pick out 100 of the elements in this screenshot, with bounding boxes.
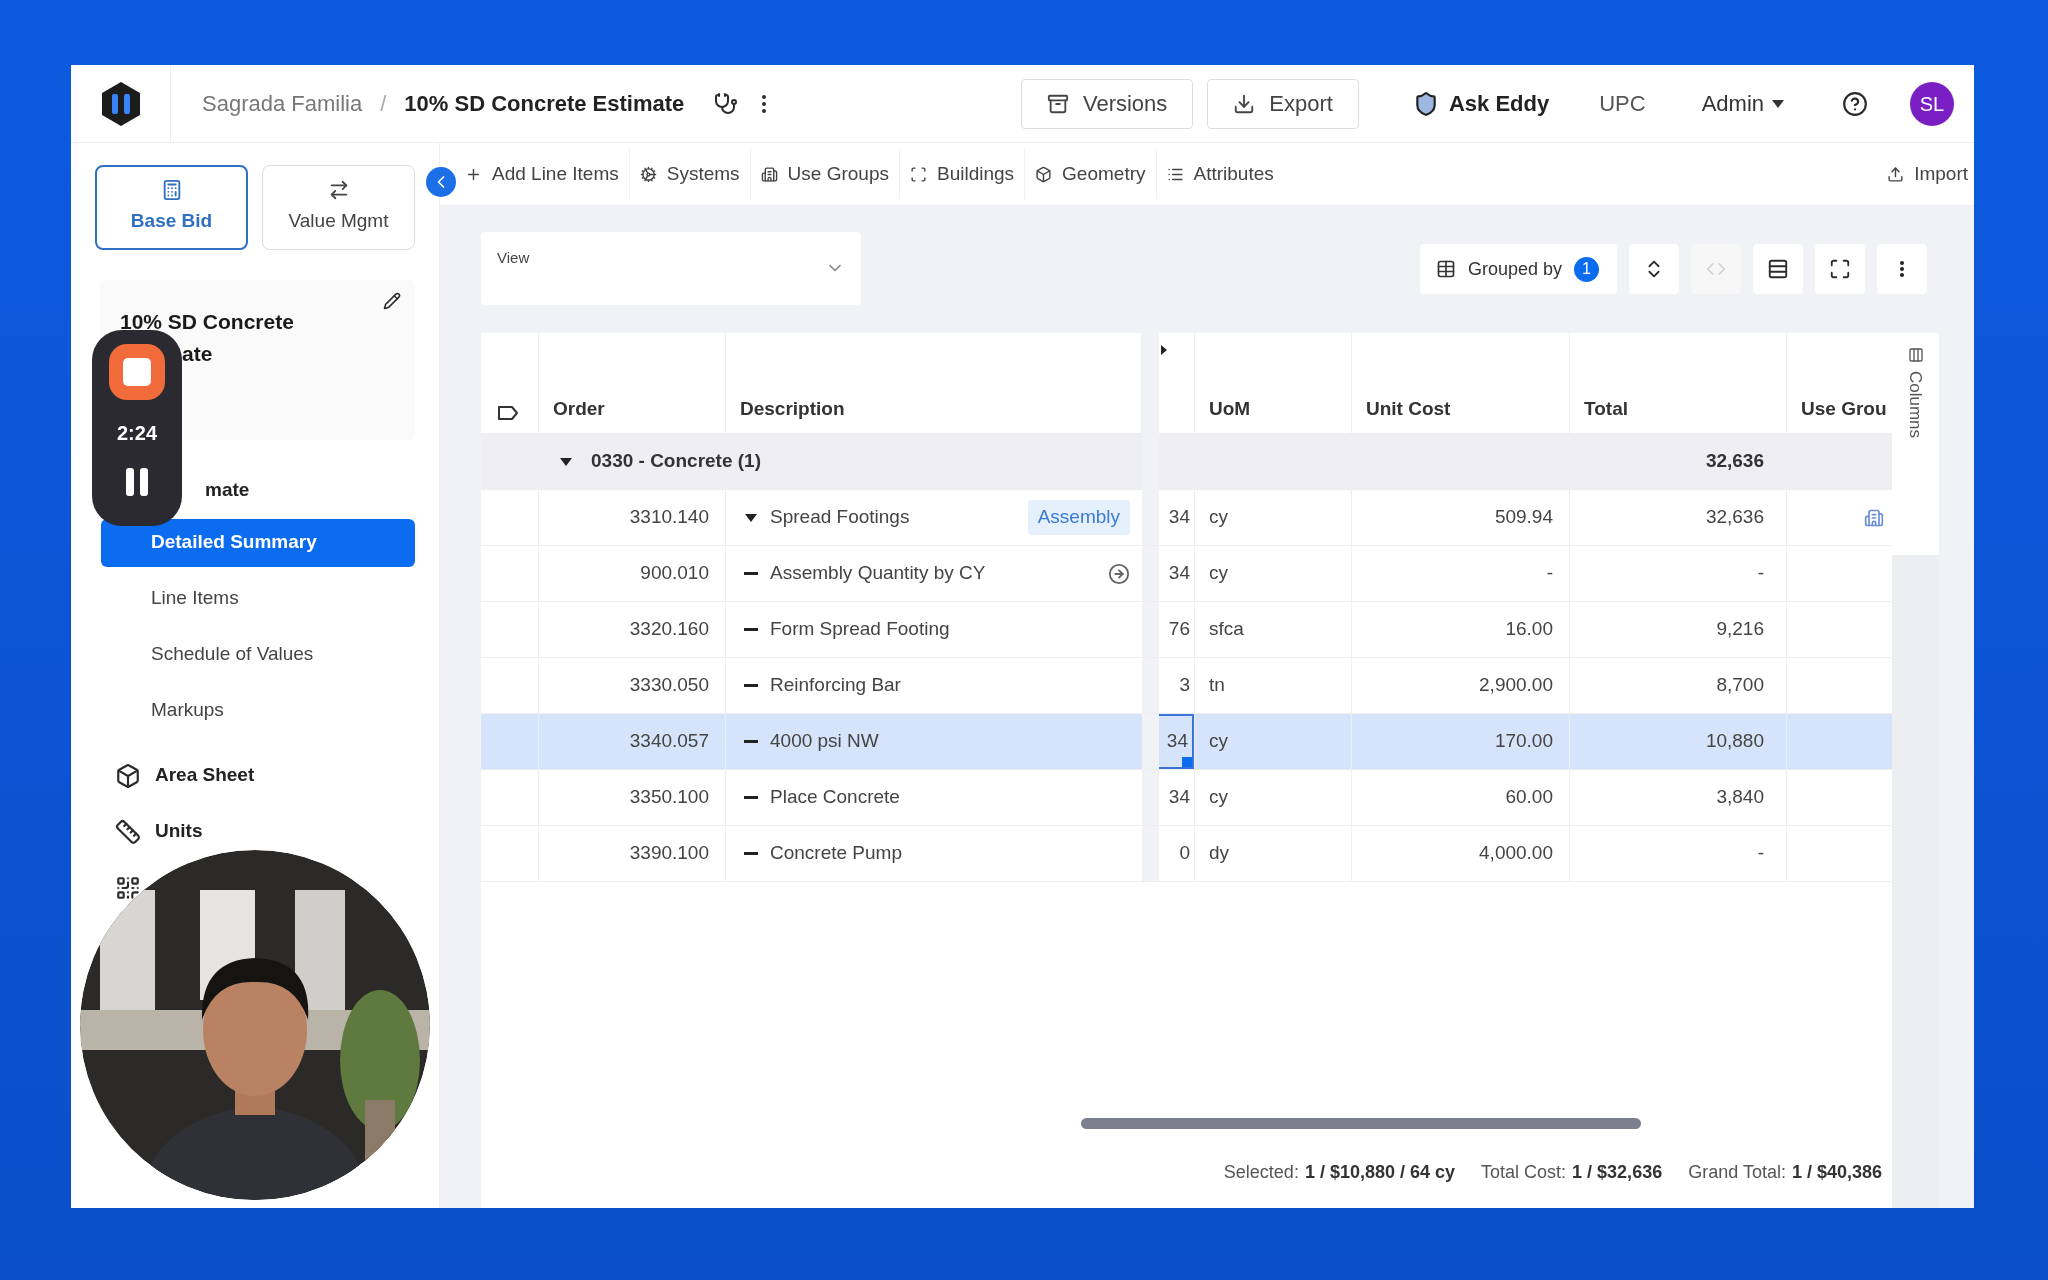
table-row[interactable]: 3320.160 Form Spread Footing 76 sfca 16.00 9,216 (481, 602, 1892, 658)
nav-item[interactable]: Detailed Summary (101, 518, 415, 567)
frame-icon (910, 165, 927, 183)
uom-cell-text: sfca (1209, 617, 1244, 642)
horizontal-scrollbar[interactable] (1081, 1118, 1641, 1129)
columns-panel-tab[interactable]: Columns (1892, 333, 1939, 555)
dash-icon (744, 572, 758, 575)
building-icon[interactable] (1864, 507, 1884, 528)
table-row[interactable]: 3340.057 4000 psi NW 34 cy 170.00 10,880 (481, 714, 1892, 770)
header-button[interactable]: Versions (1020, 78, 1194, 129)
toolbar-button[interactable]: Systems (628, 149, 750, 199)
table-row[interactable]: 3350.100 Place Concrete 34 cy 60.00 3,840 (481, 770, 1892, 826)
summary-label: Total Cost: (1481, 1161, 1567, 1184)
table-row[interactable]: 900.010 Assembly Quantity by CY 34 cy - - (481, 546, 1892, 602)
ask-eddy-button[interactable]: Ask Eddy (1412, 87, 1550, 120)
stop-button[interactable] (109, 344, 165, 400)
toolbar-button[interactable]: Use Groups (749, 149, 899, 199)
toolbar-button[interactable]: Attributes (1155, 149, 1284, 199)
order-cell-text: 3330.050 (629, 673, 709, 698)
mode-tab[interactable]: Base Bid (95, 165, 248, 250)
assembly-tag: Assembly (1027, 500, 1130, 535)
tool-link[interactable]: Area Sheet (155, 761, 255, 790)
column-header[interactable]: Order (553, 394, 605, 423)
unit-cost-cell-text: 16.00 (1505, 617, 1553, 642)
estimate-name: 10% SD Concrete (120, 309, 295, 335)
edit-icon[interactable] (383, 292, 401, 310)
table-row[interactable]: 3330.050 Reinforcing Bar 3 tn 2,900.00 8,700 (481, 658, 1892, 714)
rows-button[interactable] (1753, 244, 1803, 294)
unit-cost-cell-text: 4,000.00 (1479, 841, 1553, 866)
quantity-cell-text: 34 (1168, 785, 1190, 810)
import-button[interactable]: Import (1887, 159, 1968, 189)
summary-label: Grand Total: (1688, 1161, 1786, 1184)
description-cell-text: Reinforcing Bar (770, 673, 901, 698)
building-icon (760, 165, 778, 183)
unit-cost-cell-text: 2,900.00 (1479, 673, 1553, 698)
uom-cell-text: cy (1209, 505, 1228, 530)
expand-icon[interactable] (1161, 345, 1167, 355)
pause-icon[interactable] (125, 468, 149, 496)
total-cell-text: - (1757, 841, 1764, 866)
column-header[interactable]: Use Grou (1801, 394, 1887, 423)
group-label: 0330 - Concrete (1) (591, 449, 761, 474)
grouped-by-button[interactable]: Grouped by 1 (1420, 244, 1617, 294)
caret-icon[interactable] (744, 512, 758, 523)
order-cell-text: 3320.160 (629, 617, 709, 642)
column-header[interactable]: Total (1584, 394, 1628, 423)
more-icon (1900, 261, 1904, 277)
column-header[interactable]: Description (740, 394, 845, 423)
total-cell-text: 3,840 (1716, 785, 1764, 810)
summary-label: Selected: (1223, 1161, 1299, 1184)
breadcrumb-separator: / (380, 90, 387, 118)
table-row[interactable]: 3390.100 Concrete Pump 0 dy 4,000.00 - (481, 826, 1892, 882)
column-header[interactable]: Unit Cost (1366, 394, 1451, 423)
toolbar-button[interactable]: Geometry (1024, 149, 1156, 199)
description-cell-text: Concrete Pump (770, 841, 902, 866)
gear-icon (639, 165, 657, 183)
fill-handle[interactable] (1182, 757, 1192, 767)
description-cell-text: Spread Footings (770, 505, 910, 530)
mode-tab[interactable]: Value Mgmt (262, 165, 415, 250)
user-avatar[interactable]: SL (1910, 81, 1954, 126)
count-badge: 1 (1574, 256, 1600, 282)
order-cell-text: 3310.140 (629, 505, 709, 530)
unit-cost-cell-text: 170.00 (1494, 729, 1553, 754)
breadcrumb-project[interactable]: Sagrada Familia (202, 87, 363, 120)
toolbar-button[interactable]: Buildings (899, 149, 1025, 199)
total-cell-text: - (1757, 561, 1764, 586)
go-icon[interactable] (1108, 562, 1130, 585)
tool-link[interactable]: Units (155, 817, 203, 846)
role-menu[interactable]: Admin (1701, 87, 1784, 120)
expand-collapse-button[interactable] (1629, 244, 1679, 294)
nav-item[interactable]: Line Items (101, 574, 415, 623)
help-icon[interactable] (1842, 90, 1868, 117)
fullscreen-button[interactable] (1815, 244, 1865, 294)
order-cell-text: 3350.100 (629, 785, 709, 810)
quantity-cell-text: 34 (1168, 561, 1190, 586)
column-header[interactable]: UoM (1209, 394, 1251, 423)
fullscreen-icon (1829, 258, 1851, 280)
recording-time: 2:24 (117, 421, 157, 446)
description-cell-text: Assembly Quantity by CY (770, 561, 986, 586)
org-label[interactable]: UPC (1599, 87, 1646, 120)
order-cell-text: 900.010 (640, 561, 709, 586)
qr-code-icon[interactable] (115, 874, 141, 901)
header-button[interactable]: Export (1207, 78, 1359, 129)
collapse-sidebar-button[interactable] (426, 167, 456, 197)
uom-cell-text: tn (1209, 673, 1225, 698)
estimate-title: 10% SD Concrete Estimate (404, 90, 685, 118)
table-row[interactable]: 3310.140 Spread Footings Assembly 34 cy 509.94 32,636 (481, 490, 1892, 546)
unit-cost-cell-text: - (1546, 561, 1553, 586)
nav-item[interactable]: Markups (101, 686, 415, 735)
download-icon (1233, 92, 1256, 115)
uom-cell-text: cy (1209, 561, 1228, 586)
stethoscope-icon[interactable] (714, 91, 739, 116)
tag-icon[interactable] (497, 405, 519, 421)
view-select[interactable]: View (481, 232, 861, 305)
unit-cost-cell-text: 60.00 (1505, 785, 1553, 810)
caret-icon[interactable] (559, 456, 573, 467)
quantity-cell-text: 0 (1179, 841, 1190, 866)
cube-icon[interactable] (115, 762, 141, 789)
ruler-icon[interactable] (115, 818, 141, 845)
toolbar-button[interactable]: Add Line Items (455, 149, 629, 199)
nav-item[interactable]: Schedule of Values (101, 630, 415, 679)
